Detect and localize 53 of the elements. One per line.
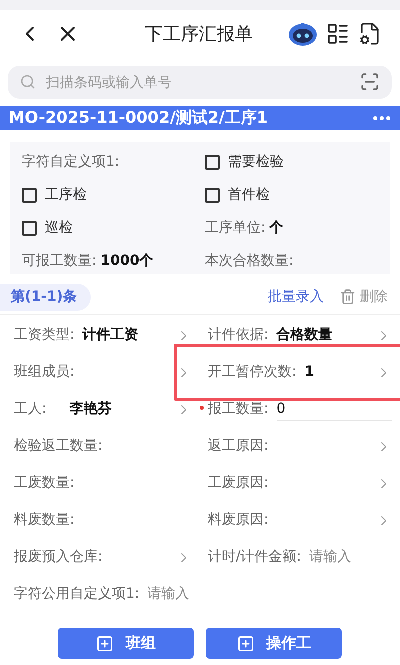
checkbox-label: 需要检验 <box>228 153 284 172</box>
field-label: 班组成员: <box>14 363 75 382</box>
search-field[interactable]: 扫描条码或输入单号 <box>8 66 392 99</box>
scan-icon[interactable] <box>360 72 380 92</box>
field-label: 报废预入仓库: <box>14 548 103 567</box>
order-title: MO-2025-11-0002/测试2/工序1 <box>9 108 268 128</box>
robot-icon[interactable] <box>288 21 318 47</box>
checkbox[interactable] <box>22 188 37 203</box>
field-label: 检验返工数量: <box>14 437 103 456</box>
checkbox[interactable] <box>205 188 220 203</box>
field-label: 开工暂停次数: <box>208 363 297 382</box>
field-value: 1000个 <box>100 252 154 271</box>
field-label: 本次合格数量: <box>205 252 294 271</box>
input-field[interactable]: 请输入 <box>148 584 192 605</box>
add-button[interactable]: 班组 <box>58 628 194 659</box>
field-label: 料废数量: <box>14 511 75 530</box>
checkbox[interactable] <box>22 221 37 236</box>
trash-icon <box>340 289 356 305</box>
field-label: 工序单位: <box>205 219 266 238</box>
plus-square-icon <box>236 634 254 652</box>
window-title: 下工序汇报单 <box>145 22 253 46</box>
input-field[interactable]: 0 <box>276 398 392 420</box>
field-value: 1 <box>304 363 316 382</box>
field-label: 计时/计件金额: <box>208 548 302 567</box>
delete-button[interactable]: 删除 <box>340 286 388 308</box>
field-label: 报工数量: <box>208 400 269 419</box>
field-value: 李艳芬 <box>70 400 113 419</box>
checkbox-label: 首件检 <box>228 186 270 205</box>
checkbox-label: 工序检 <box>45 186 87 205</box>
field-label: 工废原因: <box>208 474 269 493</box>
field-label: 工废数量: <box>14 474 75 493</box>
search-icon <box>20 74 36 90</box>
field-value: 计件工资 <box>82 326 140 345</box>
document-settings-icon[interactable] <box>358 22 382 46</box>
list-icon[interactable] <box>326 22 350 46</box>
field-label: 料废原因: <box>208 511 269 530</box>
field-label: 字符公用自定义项1: <box>14 585 140 604</box>
batch-entry-link[interactable]: 批量录入 <box>268 286 324 308</box>
field-label: 工资类型: <box>14 326 75 345</box>
more-icon[interactable] <box>373 116 391 120</box>
add-button[interactable]: 操作工 <box>206 628 342 659</box>
field-value: 个 <box>270 219 284 238</box>
field-label: 可报工数量: <box>22 252 97 271</box>
field-label: 工人: <box>14 400 48 419</box>
field-label: 计件依据: <box>208 326 269 345</box>
record-counter: 第(1-1)条 <box>0 284 92 310</box>
checkbox[interactable] <box>205 155 220 170</box>
field-value: 合格数量 <box>276 326 334 345</box>
input-field[interactable]: 请输入 <box>309 547 392 568</box>
field-label: 返工原因: <box>208 437 269 456</box>
checkbox-label: 巡检 <box>45 219 73 238</box>
plus-square-icon <box>96 634 114 652</box>
field-label: 字符自定义项1: <box>22 153 120 172</box>
